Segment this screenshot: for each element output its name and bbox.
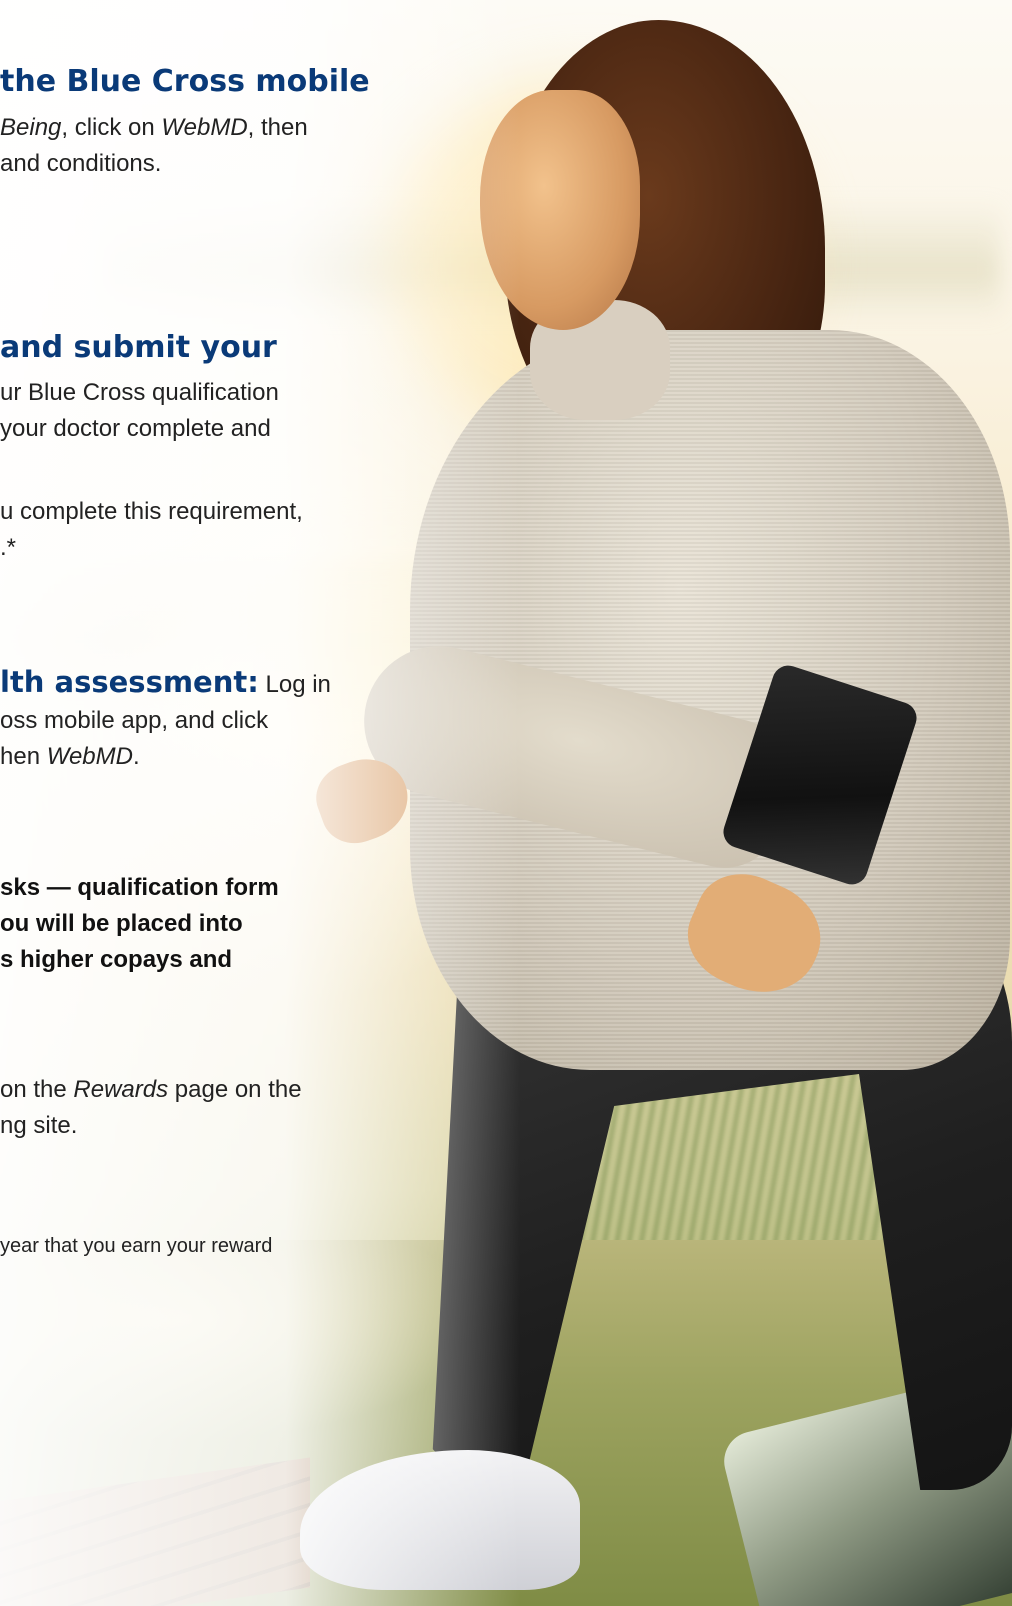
- warning-line2: ou will be placed into: [0, 910, 243, 937]
- footnote: year that you earn your reward: [0, 1235, 273, 1257]
- section3-italic-webmd: WebMD: [46, 743, 133, 770]
- section3-line1: lth assessment: Log in: [0, 664, 331, 703]
- section1-heading: the Blue Cross mobile: [0, 64, 370, 99]
- section4-text-post: page on the: [168, 1076, 302, 1103]
- section1-italic-being: Being: [0, 114, 62, 141]
- section3-text-pre: hen: [0, 743, 47, 770]
- section2-heading: and submit your: [0, 330, 277, 365]
- section4-line1: on the Rewards page on the: [0, 1072, 302, 1108]
- section1-text-mid: , click on: [61, 114, 162, 141]
- section2-line4: .*: [0, 534, 17, 561]
- section4-text-pre: on the: [0, 1076, 74, 1103]
- document-content: the Blue Cross mobile Being, click on We…: [0, 0, 1012, 1606]
- section1-line2: and conditions.: [0, 150, 162, 177]
- section3-login-text: Log in: [258, 671, 331, 698]
- warning-line1: sks — qualification form: [0, 874, 279, 901]
- section3-line2: oss mobile app, and click: [0, 707, 269, 734]
- section1-italic-webmd: WebMD: [161, 114, 248, 141]
- section1-text-post: , then: [247, 114, 308, 141]
- section3-text-post: .: [132, 743, 140, 770]
- section2-line1: ur Blue Cross qualification: [0, 379, 279, 406]
- section3-line3: hen WebMD.: [0, 739, 140, 775]
- section4-line2: ng site.: [0, 1112, 78, 1139]
- section4-italic-rewards: Rewards: [73, 1076, 169, 1103]
- section1-line1: Being, click on WebMD, then: [0, 110, 308, 146]
- section2-line3: u complete this requirement,: [0, 498, 303, 525]
- section2-line2: your doctor complete and: [0, 415, 271, 442]
- section3-heading: lth assessment:: [0, 665, 259, 699]
- warning-line3: s higher copays and: [0, 946, 233, 973]
